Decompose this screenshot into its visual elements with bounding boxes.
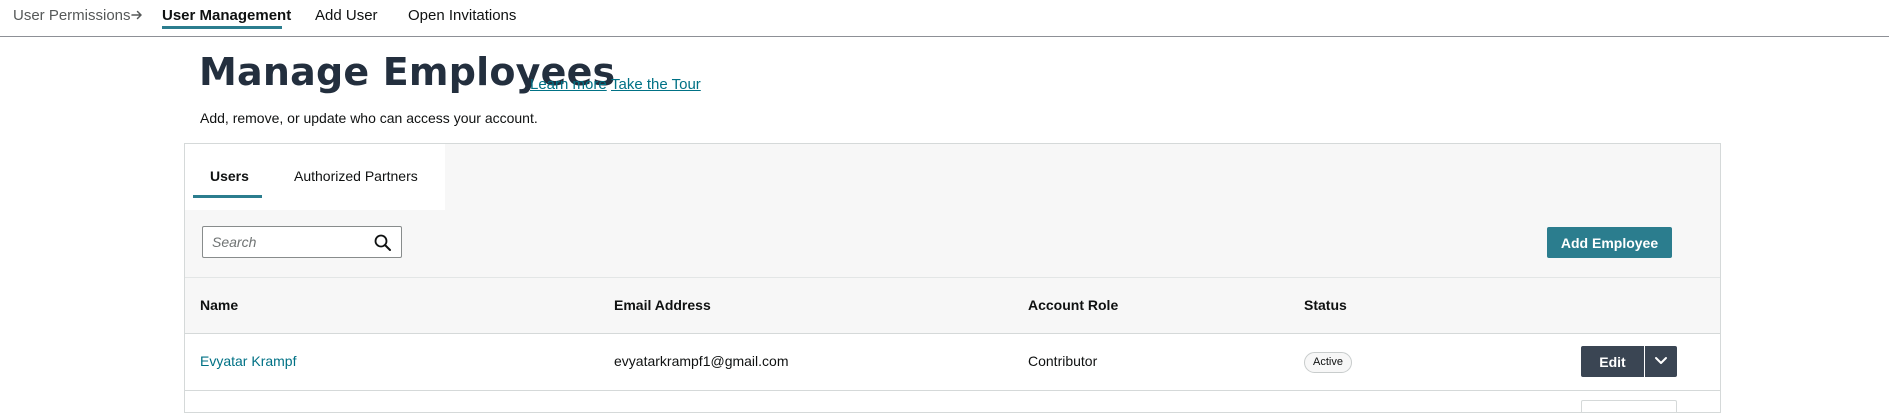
column-header-status[interactable]: Status xyxy=(1304,297,1347,313)
add-employee-button[interactable]: Add Employee xyxy=(1547,227,1672,258)
chevron-down-icon xyxy=(1654,354,1668,369)
search-field xyxy=(202,226,402,258)
take-the-tour-link[interactable]: Take the Tour xyxy=(611,76,701,93)
tab-strip-background xyxy=(445,144,1720,210)
search-icon[interactable] xyxy=(373,233,393,253)
status-badge: Active xyxy=(1304,352,1352,373)
employee-role: Contributor xyxy=(1028,353,1098,369)
nav-open-invitations[interactable]: Open Invitations xyxy=(408,7,516,24)
arrow-right-icon xyxy=(130,6,144,24)
employee-email: evyatarkrampf1@gmail.com xyxy=(614,353,789,369)
nav-add-user[interactable]: Add User xyxy=(315,7,378,24)
edit-menu-button[interactable] xyxy=(1645,346,1677,377)
table-row: Evyatar Krampf evyatarkrampf1@gmail.com … xyxy=(185,334,1720,391)
top-navigation: User Permissions User Management Add Use… xyxy=(0,0,1889,37)
breadcrumb-user-permissions[interactable]: User Permissions xyxy=(13,7,131,24)
edit-split-button: Edit xyxy=(1581,346,1677,377)
tab-active-indicator xyxy=(193,195,262,198)
column-header-name[interactable]: Name xyxy=(200,297,238,313)
nav-active-indicator xyxy=(162,26,282,29)
table-toolbar: Add Employee xyxy=(185,210,1720,287)
tab-strip: Users Authorized Partners xyxy=(185,144,445,210)
tab-users[interactable]: Users xyxy=(210,168,249,184)
employee-name-link[interactable]: Evyatar Krampf xyxy=(200,353,296,369)
table-header: Name Email Address Account Role Status xyxy=(185,277,1720,334)
column-header-email[interactable]: Email Address xyxy=(614,297,711,313)
page-subtitle: Add, remove, or update who can access yo… xyxy=(200,110,538,126)
employees-panel: Users Authorized Partners Add Employee N… xyxy=(184,143,1721,413)
nav-user-management[interactable]: User Management xyxy=(162,7,291,24)
learn-more-link[interactable]: Learn more xyxy=(530,76,607,93)
column-header-account-role[interactable]: Account Role xyxy=(1028,297,1118,313)
next-row-edit-button-partial xyxy=(1581,400,1677,412)
edit-button[interactable]: Edit xyxy=(1581,346,1644,377)
tab-authorized-partners[interactable]: Authorized Partners xyxy=(294,168,418,184)
search-input[interactable] xyxy=(203,227,363,257)
